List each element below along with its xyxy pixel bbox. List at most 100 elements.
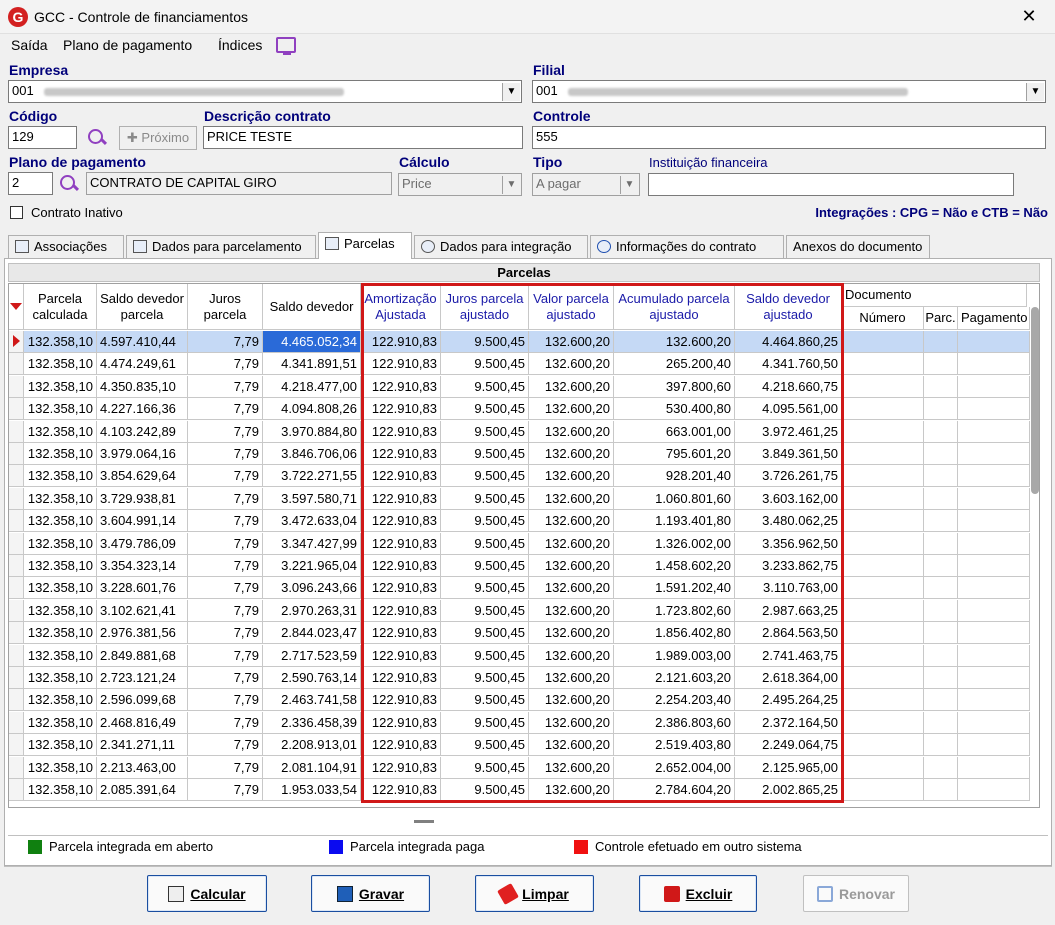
table-cell[interactable] <box>924 555 958 577</box>
table-cell[interactable]: 132.600,20 <box>529 756 614 779</box>
table-cell[interactable]: 7,79 <box>188 443 263 465</box>
table-cell[interactable]: 9.500,45 <box>441 599 529 622</box>
search-icon[interactable] <box>58 173 80 195</box>
table-cell[interactable]: 265.200,40 <box>614 353 735 376</box>
calcular-button[interactable]: Calcular <box>147 875 267 912</box>
table-cell[interactable] <box>924 420 958 443</box>
table-cell[interactable]: 132.600,20 <box>529 644 614 667</box>
table-cell[interactable] <box>842 689 924 712</box>
table-cell[interactable]: 2.495.264,25 <box>735 689 842 712</box>
table-cell[interactable]: 9.500,45 <box>441 532 529 555</box>
row-indicator[interactable] <box>9 555 24 577</box>
table-cell[interactable]: 2.125.965,00 <box>735 756 842 779</box>
menu-saida[interactable]: Saída <box>11 37 48 53</box>
row-indicator[interactable] <box>9 667 24 689</box>
table-cell[interactable]: 132.358,10 <box>24 734 97 757</box>
table-cell[interactable]: 4.103.242,89 <box>97 420 188 443</box>
table-cell[interactable] <box>958 398 1030 421</box>
row-indicator[interactable] <box>9 644 24 667</box>
tab-associacoes[interactable]: Associações <box>8 235 124 258</box>
table-cell[interactable] <box>958 779 1030 801</box>
table-cell[interactable] <box>842 375 924 398</box>
table-cell[interactable]: 4.095.561,00 <box>735 398 842 421</box>
header-parc[interactable]: Parc. <box>924 307 958 330</box>
table-cell[interactable]: 3.846.706,06 <box>263 443 361 465</box>
table-cell[interactable] <box>958 443 1030 465</box>
table-cell[interactable]: 122.910,83 <box>361 375 441 398</box>
table-cell[interactable]: 4.465.052,34 <box>263 331 361 353</box>
table-cell[interactable] <box>842 622 924 645</box>
parcelas-grid[interactable]: Parcela calculada Saldo devedor parcela … <box>8 283 1040 808</box>
table-cell[interactable]: 132.600,20 <box>529 711 614 734</box>
table-cell[interactable]: 7,79 <box>188 779 263 801</box>
splitter-handle[interactable] <box>414 820 434 823</box>
table-cell[interactable]: 132.600,20 <box>529 577 614 600</box>
table-cell[interactable]: 132.358,10 <box>24 756 97 779</box>
table-cell[interactable]: 2.976.381,56 <box>97 622 188 645</box>
table-cell[interactable]: 7,79 <box>188 555 263 577</box>
table-cell[interactable] <box>924 599 958 622</box>
table-cell[interactable]: 2.386.803,60 <box>614 711 735 734</box>
table-cell[interactable]: 132.358,10 <box>24 532 97 555</box>
table-cell[interactable]: 2.336.458,39 <box>263 711 361 734</box>
table-cell[interactable]: 4.218.477,00 <box>263 375 361 398</box>
controle-input[interactable]: 555 <box>532 126 1046 149</box>
table-cell[interactable]: 7,79 <box>188 644 263 667</box>
table-cell[interactable]: 1.953.033,54 <box>263 779 361 801</box>
table-cell[interactable]: 7,79 <box>188 734 263 757</box>
tab-informacoes-contrato[interactable]: Informações do contrato <box>590 235 784 258</box>
calculo-select[interactable]: Price ▼ <box>398 173 522 196</box>
table-cell[interactable]: 122.910,83 <box>361 555 441 577</box>
table-cell[interactable] <box>924 667 958 689</box>
table-cell[interactable]: 2.987.663,25 <box>735 599 842 622</box>
table-cell[interactable]: 132.600,20 <box>529 667 614 689</box>
table-cell[interactable]: 122.910,83 <box>361 398 441 421</box>
table-cell[interactable] <box>958 577 1030 600</box>
excluir-button[interactable]: Excluir <box>639 875 757 912</box>
close-icon[interactable]: ✕ <box>1017 6 1041 27</box>
menu-plano-pagamento[interactable]: Plano de pagamento <box>63 37 192 53</box>
table-cell[interactable]: 9.500,45 <box>441 577 529 600</box>
table-cell[interactable]: 9.500,45 <box>441 375 529 398</box>
table-cell[interactable]: 122.910,83 <box>361 779 441 801</box>
row-indicator[interactable] <box>9 734 24 757</box>
table-cell[interactable]: 3.979.064,16 <box>97 443 188 465</box>
row-indicator[interactable] <box>9 375 24 398</box>
table-cell[interactable]: 7,79 <box>188 711 263 734</box>
table-cell[interactable]: 132.600,20 <box>529 555 614 577</box>
table-cell[interactable]: 9.500,45 <box>441 667 529 689</box>
table-cell[interactable]: 1.989.003,00 <box>614 644 735 667</box>
table-cell[interactable] <box>842 420 924 443</box>
table-cell[interactable] <box>842 756 924 779</box>
table-cell[interactable] <box>842 734 924 757</box>
table-cell[interactable] <box>842 599 924 622</box>
table-cell[interactable]: 132.600,20 <box>529 420 614 443</box>
table-cell[interactable] <box>924 375 958 398</box>
table-cell[interactable]: 122.910,83 <box>361 532 441 555</box>
table-cell[interactable]: 2.519.403,80 <box>614 734 735 757</box>
table-cell[interactable]: 132.600,20 <box>529 465 614 488</box>
table-cell[interactable] <box>958 667 1030 689</box>
table-cell[interactable] <box>924 398 958 421</box>
table-cell[interactable]: 122.910,83 <box>361 465 441 488</box>
table-cell[interactable]: 132.600,20 <box>529 779 614 801</box>
table-cell[interactable]: 7,79 <box>188 510 263 533</box>
tipo-select[interactable]: A pagar ▼ <box>532 173 640 196</box>
table-cell[interactable] <box>924 644 958 667</box>
table-cell[interactable]: 3.597.580,71 <box>263 487 361 510</box>
table-cell[interactable]: 9.500,45 <box>441 353 529 376</box>
table-cell[interactable]: 2.849.881,68 <box>97 644 188 667</box>
table-cell[interactable]: 9.500,45 <box>441 779 529 801</box>
table-cell[interactable]: 122.910,83 <box>361 577 441 600</box>
empresa-select[interactable]: 001 ▼ <box>8 80 522 103</box>
table-cell[interactable]: 122.910,83 <box>361 443 441 465</box>
table-cell[interactable] <box>958 599 1030 622</box>
table-cell[interactable]: 122.910,83 <box>361 711 441 734</box>
table-cell[interactable]: 132.358,10 <box>24 465 97 488</box>
table-cell[interactable]: 2.590.763,14 <box>263 667 361 689</box>
table-cell[interactable] <box>958 353 1030 376</box>
table-cell[interactable]: 4.094.808,26 <box>263 398 361 421</box>
table-cell[interactable]: 132.358,10 <box>24 375 97 398</box>
table-cell[interactable]: 9.500,45 <box>441 711 529 734</box>
table-cell[interactable] <box>958 375 1030 398</box>
